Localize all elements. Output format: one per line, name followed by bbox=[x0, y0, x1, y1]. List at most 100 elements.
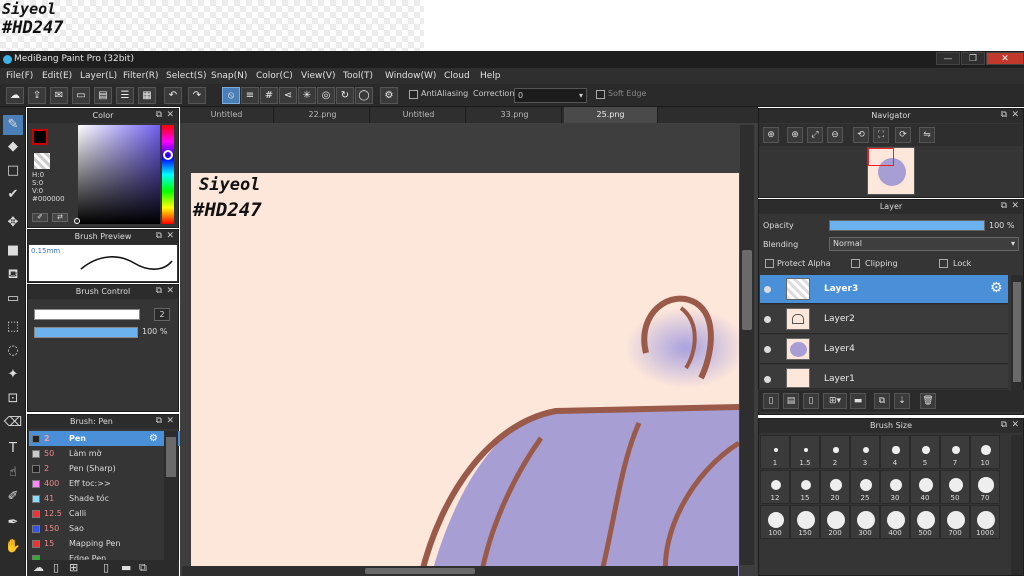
brush-size-cell[interactable]: 4 bbox=[880, 435, 910, 469]
close-icon[interactable]: ✕ bbox=[1011, 110, 1019, 120]
brush-size-scrollbar[interactable] bbox=[1011, 435, 1023, 575]
swap-color-icon[interactable]: ⇄ bbox=[52, 213, 68, 222]
brush-size-cell[interactable]: 1000 bbox=[970, 505, 1000, 539]
new-layer-icon[interactable]: ▯ bbox=[763, 393, 779, 409]
close-icon[interactable]: ✕ bbox=[166, 286, 174, 296]
duplicate-icon[interactable]: ⧉ bbox=[874, 393, 890, 409]
menu-item[interactable]: Tool(T) bbox=[343, 68, 373, 84]
menu-item[interactable]: Snap(N) bbox=[211, 68, 247, 84]
antialias-checkbox[interactable] bbox=[409, 90, 418, 99]
undock-icon[interactable]: ⧉ bbox=[156, 110, 162, 120]
brush-size-cell[interactable]: 50 bbox=[940, 470, 970, 504]
eye-icon[interactable] bbox=[764, 316, 771, 323]
menu-item[interactable]: Cloud bbox=[444, 68, 470, 84]
cloud-brush-icon[interactable]: ☁ bbox=[33, 561, 44, 574]
undock-icon[interactable]: ⧉ bbox=[156, 416, 162, 426]
brush-size-value[interactable]: 2 bbox=[154, 308, 170, 321]
snap-settings-icon[interactable]: ⚙ bbox=[380, 87, 398, 104]
undock-icon[interactable]: ⧉ bbox=[1001, 201, 1007, 211]
merge-icon[interactable]: ⇣ bbox=[894, 393, 910, 409]
protect-alpha-checkbox[interactable] bbox=[765, 259, 774, 268]
undock-icon[interactable]: ⧉ bbox=[1001, 110, 1007, 120]
zoom-out-icon[interactable]: ⊖ bbox=[827, 127, 843, 143]
copy-brush-icon[interactable]: ▯ bbox=[103, 561, 109, 574]
menu-item[interactable]: Layer(L) bbox=[80, 68, 117, 84]
brush-size-cell[interactable]: 1.5 bbox=[790, 435, 820, 469]
tab-25-png[interactable]: 25.png bbox=[564, 107, 658, 123]
close-icon[interactable]: ✕ bbox=[166, 416, 174, 426]
pen-tool-icon[interactable]: ✒ bbox=[3, 513, 23, 533]
canvas-vertical-scroll-thumb[interactable] bbox=[742, 250, 752, 330]
canvas-vertical-scrollbar[interactable] bbox=[740, 125, 754, 565]
chat-icon[interactable]: ✉ bbox=[50, 87, 68, 104]
magic-wand-tool-icon[interactable]: ✦ bbox=[3, 365, 23, 385]
brush-size-cell[interactable]: 15 bbox=[790, 470, 820, 504]
brush-size-cell[interactable]: 3 bbox=[850, 435, 880, 469]
folder-brush-icon[interactable]: ▬ bbox=[121, 561, 131, 574]
brush-size-cell[interactable]: 700 bbox=[940, 505, 970, 539]
trash-icon[interactable]: 🗑 bbox=[920, 393, 936, 409]
brush-size-slider[interactable] bbox=[34, 309, 140, 320]
check-tool-icon[interactable]: ✔ bbox=[3, 185, 23, 205]
grid-icon[interactable]: ▦ bbox=[138, 87, 156, 104]
brush-size-cell[interactable]: 70 bbox=[970, 470, 1000, 504]
cross-snap-icon[interactable]: # bbox=[260, 87, 278, 104]
tab-untitled-1[interactable]: Untitled bbox=[180, 107, 274, 123]
brush-size-cell[interactable]: 20 bbox=[820, 470, 850, 504]
layer-opacity-slider[interactable] bbox=[829, 220, 985, 231]
brush-size-cell[interactable]: 10 bbox=[970, 435, 1000, 469]
layer-row[interactable]: Layer3 ⚙ bbox=[760, 275, 1008, 304]
rotate-left-icon[interactable]: ⟲ bbox=[853, 127, 869, 143]
brush-size-cell[interactable]: 2 bbox=[820, 435, 850, 469]
eye-icon[interactable] bbox=[764, 346, 771, 353]
brush-size-cell[interactable]: 400 bbox=[880, 505, 910, 539]
brush-list-scroll-thumb[interactable] bbox=[166, 437, 176, 477]
eraser-tool-icon[interactable]: ◆ bbox=[3, 137, 23, 157]
foreground-color-swatch[interactable] bbox=[32, 129, 48, 145]
menu-item[interactable]: Select(S) bbox=[166, 68, 207, 84]
duplicate-brush-icon[interactable]: ⧉ bbox=[139, 561, 147, 575]
brush-opacity-slider[interactable] bbox=[34, 327, 138, 338]
cloud-icon[interactable]: ☁ bbox=[6, 87, 24, 104]
bucket-tool-icon[interactable]: ⛾ bbox=[3, 265, 23, 285]
lock-checkbox[interactable] bbox=[939, 259, 948, 268]
text-tool-icon[interactable]: T bbox=[3, 439, 23, 459]
hue-slider[interactable] bbox=[162, 125, 174, 224]
navigator-viewport-frame[interactable] bbox=[868, 148, 894, 166]
list-icon[interactable]: ☰ bbox=[116, 87, 134, 104]
snap-off-icon[interactable]: ⦸ bbox=[222, 87, 240, 104]
correction-select[interactable]: 0 ▾ bbox=[514, 88, 587, 103]
circle-snap-icon[interactable]: ◎ bbox=[317, 87, 335, 104]
eye-icon[interactable] bbox=[764, 376, 771, 383]
folder-icon[interactable]: ▬ bbox=[850, 393, 866, 409]
maximize-button[interactable]: ❐ bbox=[961, 52, 985, 65]
brush-size-cell[interactable]: 25 bbox=[850, 470, 880, 504]
menu-item[interactable]: Color(C) bbox=[256, 68, 293, 84]
brush-size-cell[interactable]: 200 bbox=[820, 505, 850, 539]
select-rect-tool-icon[interactable]: ⬚ bbox=[3, 317, 23, 337]
menu-item[interactable]: Edit(E) bbox=[42, 68, 72, 84]
transparent-swatch[interactable] bbox=[34, 153, 50, 169]
lasso-tool-icon[interactable]: ◌ bbox=[3, 341, 23, 361]
parallel-snap-icon[interactable]: ≡ bbox=[241, 87, 259, 104]
close-icon[interactable]: ✕ bbox=[166, 110, 174, 120]
canvas-horizontal-scroll-thumb[interactable] bbox=[365, 568, 475, 574]
undo-icon[interactable]: ↶ bbox=[164, 87, 182, 104]
menu-item[interactable]: Help bbox=[480, 68, 501, 84]
operation-tool-icon[interactable]: ☝ bbox=[3, 463, 23, 483]
menu-item[interactable]: Window(W) bbox=[385, 68, 436, 84]
new-layer-alt-icon[interactable]: ▤ bbox=[783, 393, 799, 409]
brush-size-cell[interactable]: 1 bbox=[760, 435, 790, 469]
eyedropper-icon[interactable]: ✐ bbox=[32, 213, 48, 222]
rect-tool-icon[interactable]: □ bbox=[3, 161, 23, 181]
undock-icon[interactable]: ⧉ bbox=[156, 231, 162, 241]
flip-icon[interactable]: ⇋ bbox=[919, 127, 935, 143]
drawing-canvas[interactable]: Siyeol #HD247 bbox=[191, 173, 739, 576]
menu-item[interactable]: View(V) bbox=[301, 68, 336, 84]
gradient-tool-icon[interactable]: ▭ bbox=[3, 289, 23, 309]
tab-untitled-2[interactable]: Untitled bbox=[372, 107, 466, 123]
eye-icon[interactable] bbox=[764, 286, 771, 293]
dropper-tool-icon[interactable]: ✐ bbox=[3, 487, 23, 507]
blending-select[interactable]: Normal ▾ bbox=[829, 237, 1019, 251]
curve-snap-icon[interactable]: ↻ bbox=[336, 87, 354, 104]
